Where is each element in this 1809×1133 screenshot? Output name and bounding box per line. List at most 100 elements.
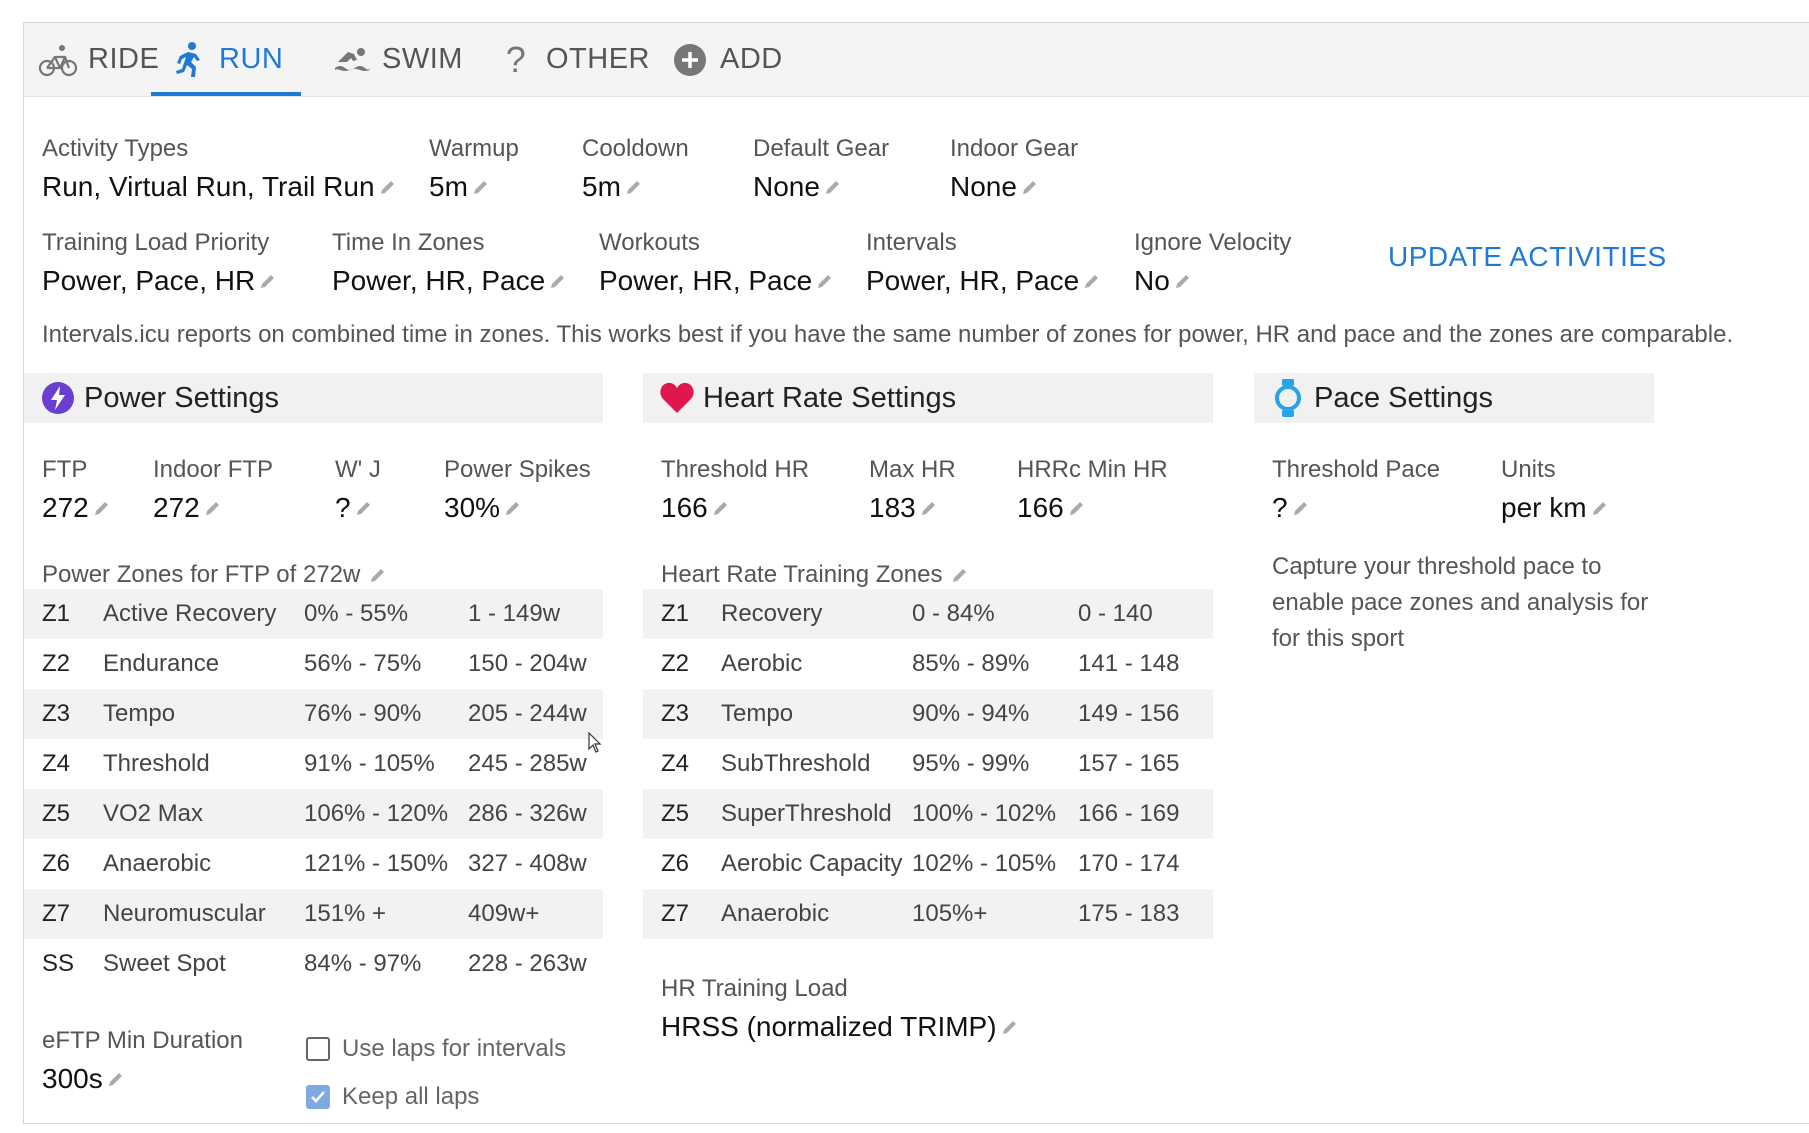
zone-name: Threshold	[103, 750, 210, 777]
zone-percent: 106% - 120%	[304, 800, 449, 827]
edit-pencil-icon[interactable]	[624, 177, 644, 197]
hrrc-min-hr-field[interactable]: HRRc Min HR 166	[1017, 456, 1168, 524]
indoor-gear-field[interactable]: Indoor Gear None	[950, 135, 1078, 203]
threshold-pace-field[interactable]: Threshold Pace ?	[1272, 456, 1440, 524]
tab-other[interactable]: ? OTHER	[496, 23, 650, 96]
field-label: Max HR	[869, 456, 956, 483]
edit-pencil-icon[interactable]	[815, 271, 835, 291]
zone-name: Aerobic	[721, 650, 803, 677]
zones-title-text: Power Zones for FTP of 272w	[42, 561, 361, 588]
power-zones-title[interactable]: Power Zones for FTP of 272w	[42, 561, 388, 589]
zone-name: Anaerobic	[103, 850, 212, 877]
max-hr-field[interactable]: Max HR 183	[869, 456, 956, 524]
edit-pencil-icon[interactable]	[354, 498, 374, 518]
edit-pencil-icon[interactable]	[919, 498, 939, 518]
section-title: Power Settings	[84, 381, 280, 414]
cooldown-field[interactable]: Cooldown 5m	[582, 135, 689, 203]
zone-id: Z2	[661, 650, 690, 677]
zone-percent: 0 - 84%	[912, 600, 995, 627]
checkbox-box[interactable]	[306, 1037, 330, 1061]
tab-swim[interactable]: SWIM	[332, 23, 463, 96]
section-title: Pace Settings	[1314, 381, 1493, 414]
intervals-field[interactable]: Intervals Power, HR, Pace	[866, 229, 1102, 297]
edit-pencil-icon[interactable]	[378, 177, 398, 197]
zone-row: Z7 Anaerobic 105%+ 175 - 183	[643, 889, 1213, 939]
zone-id: Z5	[661, 800, 690, 827]
edit-pencil-icon[interactable]	[503, 498, 523, 518]
field-label: W' J	[335, 456, 381, 483]
edit-pencil-icon[interactable]	[1067, 498, 1087, 518]
zone-row: Z2 Aerobic 85% - 89% 141 - 148	[643, 639, 1213, 689]
checkbox-box-checked[interactable]	[306, 1085, 330, 1109]
field-value: HRSS (normalized TRIMP)	[661, 1011, 997, 1042]
hr-zones-title[interactable]: Heart Rate Training Zones	[661, 561, 970, 589]
edit-pencil-icon[interactable]	[950, 565, 970, 585]
update-activities-button[interactable]: UPDATE ACTIVITIES	[1388, 241, 1667, 273]
keep-all-laps-checkbox[interactable]: Keep all laps	[306, 1083, 479, 1111]
zone-id: SS	[42, 950, 75, 977]
question-icon: ?	[505, 38, 527, 80]
zone-range: 286 - 326w	[468, 800, 587, 827]
training-load-priority-field[interactable]: Training Load Priority Power, Pace, HR	[42, 229, 278, 297]
edit-pencil-icon[interactable]	[1000, 1017, 1020, 1037]
power-spikes-field[interactable]: Power Spikes 30%	[444, 456, 591, 524]
field-value: 272	[42, 492, 89, 523]
indoor-ftp-field[interactable]: Indoor FTP 272	[153, 456, 273, 524]
tab-add[interactable]: ADD	[670, 23, 783, 96]
zone-range: 327 - 408w	[468, 850, 587, 877]
field-value: ?	[335, 492, 351, 523]
workouts-field[interactable]: Workouts Power, HR, Pace	[599, 229, 835, 297]
tab-label: RIDE	[88, 43, 160, 75]
edit-pencil-icon[interactable]	[106, 1069, 126, 1089]
edit-pencil-icon[interactable]	[1173, 271, 1193, 291]
eftp-min-duration-field[interactable]: eFTP Min Duration 300s	[42, 1027, 243, 1095]
edit-pencil-icon[interactable]	[711, 498, 731, 518]
edit-pencil-icon[interactable]	[1020, 177, 1040, 197]
hr-training-load-field[interactable]: HR Training Load HRSS (normalized TRIMP)	[661, 975, 1020, 1043]
power-settings-header: Power Settings	[24, 373, 603, 423]
field-value: 183	[869, 492, 916, 523]
time-in-zones-field[interactable]: Time In Zones Power, HR, Pace	[332, 229, 568, 297]
edit-pencil-icon[interactable]	[203, 498, 223, 518]
zone-id: Z4	[42, 750, 71, 777]
tab-label: ADD	[720, 43, 783, 75]
w-prime-field[interactable]: W' J ?	[335, 456, 381, 524]
edit-pencil-icon[interactable]	[92, 498, 112, 518]
zone-range: 1 - 149w	[468, 600, 561, 627]
units-field[interactable]: Units per km	[1501, 456, 1610, 524]
ignore-velocity-field[interactable]: Ignore Velocity No	[1134, 229, 1291, 297]
zone-name: SubThreshold	[721, 750, 871, 777]
zone-range: 409w+	[468, 900, 540, 927]
ftp-field[interactable]: FTP 272	[42, 456, 112, 524]
section-title: Heart Rate Settings	[703, 381, 957, 414]
field-label: Indoor Gear	[950, 135, 1079, 162]
zone-percent: 151% +	[304, 900, 387, 927]
edit-pencil-icon[interactable]	[1590, 498, 1610, 518]
zone-id: Z6	[661, 850, 690, 877]
activity-types-field[interactable]: Activity Types Run, Virtual Run, Trail R…	[42, 135, 398, 203]
zone-row: Z6 Aerobic Capacity 102% - 105% 170 - 174	[643, 839, 1213, 889]
edit-pencil-icon[interactable]	[258, 271, 278, 291]
zone-name: Sweet Spot	[103, 950, 226, 977]
zone-name: VO2 Max	[103, 800, 204, 827]
tab-label: RUN	[219, 43, 284, 75]
field-value: 30%	[444, 492, 501, 523]
zone-percent: 91% - 105%	[304, 750, 435, 777]
zone-percent: 105%+	[912, 900, 988, 927]
zone-percent: 90% - 94%	[912, 700, 1030, 727]
threshold-hr-field[interactable]: Threshold HR 166	[661, 456, 809, 524]
default-gear-field[interactable]: Default Gear None	[753, 135, 889, 203]
edit-pencil-icon[interactable]	[548, 271, 568, 291]
edit-pencil-icon[interactable]	[368, 565, 388, 585]
zone-row: Z3 Tempo 76% - 90% 205 - 244w	[24, 689, 603, 739]
edit-pencil-icon[interactable]	[823, 177, 843, 197]
warmup-field[interactable]: Warmup 5m	[429, 135, 519, 203]
zone-percent: 102% - 105%	[912, 850, 1057, 877]
tab-run[interactable]: RUN	[150, 23, 302, 96]
tab-ride[interactable]: RIDE	[38, 23, 159, 96]
use-laps-checkbox[interactable]: Use laps for intervals	[306, 1035, 566, 1063]
field-label: Threshold Pace	[1272, 456, 1441, 483]
edit-pencil-icon[interactable]	[1082, 271, 1102, 291]
edit-pencil-icon[interactable]	[471, 177, 491, 197]
edit-pencil-icon[interactable]	[1291, 498, 1311, 518]
